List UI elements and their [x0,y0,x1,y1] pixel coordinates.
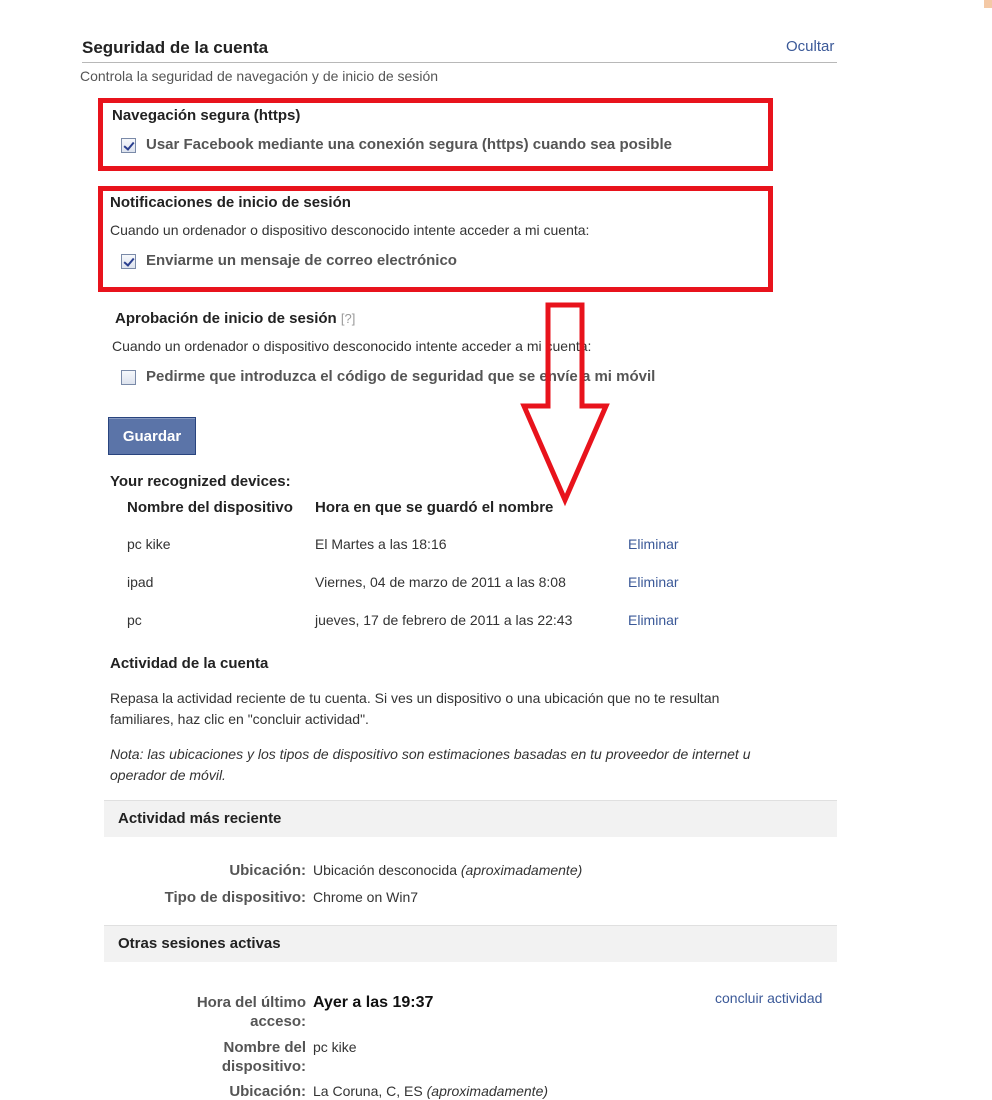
device-name-label-2: dispositivo: [221,1058,306,1075]
secure-browsing-checkbox[interactable] [121,138,136,153]
device-remove-link[interactable]: Eliminar [628,612,679,628]
activity-desc-line2: familiares, haz clic en "concluir activi… [110,711,369,727]
login-approval-title-text: Aprobación de inicio de sesión [115,310,337,327]
device-name-label-1: Nombre del [223,1039,306,1056]
header-divider [82,62,837,63]
end-activity-link[interactable]: concluir actividad [715,990,822,1006]
recent-device-value: Chrome on Win7 [313,889,419,905]
device-row-name: ipad [127,574,154,590]
device-remove-link[interactable]: Eliminar [628,574,679,590]
device-row-name: pc kike [127,536,171,552]
corner-decoration [984,0,992,8]
recent-location-approx: (aproximadamente) [460,862,583,878]
help-link[interactable]: [?] [341,311,355,326]
device-name-value: pc kike [313,1039,357,1055]
login-notifications-checkbox[interactable] [121,254,136,269]
device-row-time: jueves, 17 de febrero de 2011 a las 22:4… [315,612,573,628]
login-notifications-title: Notificaciones de inicio de sesión [110,194,351,211]
login-approval-title: Aprobación de inicio de sesión [?] [115,310,355,327]
activity-note-line2: operador de móvil. [110,767,226,783]
device-row-time: Viernes, 04 de marzo de 2011 a las 8:08 [315,574,566,590]
last-access-label-1: Hora del último [196,994,306,1011]
last-access-label-2: acceso: [250,1013,306,1030]
secure-browsing-title: Navegación segura (https) [112,107,301,124]
page-title: Seguridad de la cuenta [82,38,269,57]
secure-browsing-label: Usar Facebook mediante una conexión segu… [146,136,672,153]
recent-device-label: Tipo de dispositivo: [164,889,306,906]
other-location-label: Ubicación: [229,1083,306,1100]
activity-note-line1: Nota: las ubicaciones y los tipos de dis… [110,746,751,762]
save-button[interactable]: Guardar [108,417,196,455]
other-sessions-title: Otras sesiones activas [118,935,281,952]
devices-col-name: Nombre del dispositivo [127,499,293,516]
login-notifications-label: Enviarme un mensaje de correo electrónic… [146,252,457,269]
red-arrow-annotation [520,302,610,507]
recent-location-text: Ubicación desconocida [313,862,457,878]
device-row-time: El Martes a las 18:16 [315,536,447,552]
device-remove-link[interactable]: Eliminar [628,536,679,552]
other-location-text: La Coruna, C, ES [313,1083,423,1099]
login-approval-checkbox[interactable] [121,370,136,385]
login-notifications-desc: Cuando un ordenador o dispositivo descon… [110,222,590,238]
devices-col-time: Hora en que se guardó el nombre [315,499,554,516]
recent-location-label: Ubicación: [229,862,306,879]
hide-link[interactable]: Ocultar [786,38,834,55]
page-subtitle: Controla la seguridad de navegación y de… [80,68,439,84]
other-location-value: La Coruna, C, ES (aproximadamente) [313,1083,548,1099]
page: { "header": { "title": "Seguridad de la … [0,0,992,1100]
activity-desc-line1: Repasa la actividad reciente de tu cuent… [110,690,720,706]
devices-title: Your recognized devices: [110,473,291,490]
activity-title: Actividad de la cuenta [110,655,269,672]
last-access-value: Ayer a las 19:37 [313,994,434,1011]
device-row-name: pc [127,612,142,628]
other-location-approx: (aproximadamente) [426,1083,549,1099]
recent-activity-title: Actividad más reciente [118,810,282,827]
recent-location-value: Ubicación desconocida (aproximadamente) [313,862,582,878]
